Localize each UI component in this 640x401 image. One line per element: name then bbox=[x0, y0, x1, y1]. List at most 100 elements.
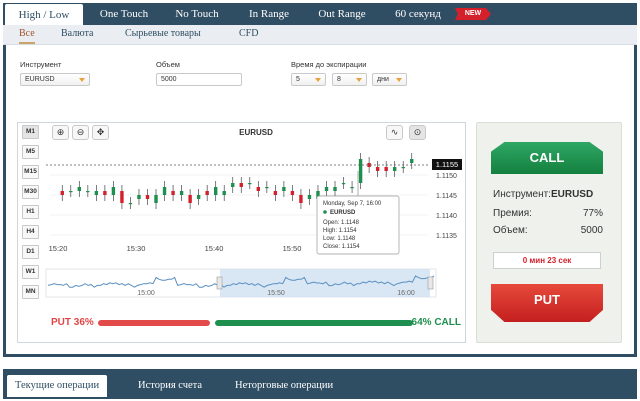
chart-title: EURUSD bbox=[239, 128, 273, 137]
candle-body bbox=[401, 167, 405, 169]
call-button[interactable]: CALL bbox=[491, 142, 603, 174]
trade-instrument-row: Инструмент:EURUSD bbox=[493, 189, 603, 200]
operations-tabbar: Текущие операции История счета Неторговы… bbox=[3, 369, 637, 399]
candle-body bbox=[145, 195, 150, 199]
expiry-unit-select[interactable]: дни bbox=[372, 73, 407, 86]
subtab-all[interactable]: Все bbox=[19, 28, 35, 44]
expiry-select-1[interactable]: 5 bbox=[291, 73, 326, 86]
tab-current-operations[interactable]: Текущие операции bbox=[7, 375, 108, 397]
expiry-select-1-value: 5 bbox=[296, 76, 300, 83]
expiry-select-2[interactable]: 8 bbox=[332, 73, 367, 86]
instrument-select-value: EURUSD bbox=[25, 76, 55, 83]
put-button[interactable]: PUT bbox=[491, 284, 603, 322]
current-price-value: 1.1155 bbox=[436, 160, 458, 169]
candle-body bbox=[103, 191, 107, 195]
candle-body bbox=[299, 195, 303, 203]
trade-premium-label: Премия: bbox=[493, 208, 532, 219]
tab-no-touch[interactable]: No Touch bbox=[163, 3, 231, 25]
chart-plot-area: EURUSD 1.1150 1.1145 1.1140 1.1135 15:20 15:… bbox=[45, 128, 462, 298]
tooltip-open: Open: 1.1148 bbox=[323, 220, 360, 226]
candle-body bbox=[239, 183, 243, 187]
candle-body bbox=[282, 187, 286, 191]
candle-body bbox=[69, 191, 73, 193]
option-type-tabbar: High / Low One Touch No Touch In Range O… bbox=[3, 3, 637, 25]
call-percent-fill bbox=[215, 320, 413, 326]
expiry-label: Время до экспирации bbox=[291, 60, 367, 69]
candle-body bbox=[171, 191, 175, 195]
tooltip-close: Close: 1.1154 bbox=[323, 244, 360, 250]
candle-body bbox=[307, 195, 312, 199]
candle-body bbox=[120, 191, 124, 203]
instrument-select[interactable]: EURUSD bbox=[20, 73, 90, 86]
chevron-down-icon bbox=[396, 78, 402, 82]
candle-body bbox=[188, 195, 192, 203]
asset-category-tabbar: Все Валюта Сырьевые товары CFD bbox=[3, 25, 637, 45]
candle-body bbox=[273, 191, 278, 195]
put-percent-fill bbox=[98, 320, 210, 326]
candle-body bbox=[410, 159, 414, 163]
navigator-tick-label: 15:50 bbox=[267, 290, 285, 297]
subtab-cfd[interactable]: CFD bbox=[239, 28, 258, 39]
candle-body bbox=[179, 191, 184, 195]
trade-premium-value: 77% bbox=[582, 208, 603, 219]
tab-account-history[interactable]: История счета bbox=[138, 375, 202, 397]
candle-body bbox=[290, 191, 295, 195]
tooltip-date: Monday, Sep 7, 16:00 bbox=[323, 201, 382, 207]
trade-volume-row: Объем: 5000 bbox=[493, 225, 603, 236]
sentiment-bar: PUT 36% 64% CALL bbox=[51, 315, 461, 331]
y-tick-label: 1.1145 bbox=[436, 193, 457, 200]
candle-body bbox=[77, 187, 82, 191]
tab-non-trading-operations[interactable]: Неторговые операции bbox=[235, 375, 333, 397]
candle-body bbox=[94, 191, 99, 195]
instrument-label: Инструмент bbox=[20, 60, 62, 69]
subtab-commodities[interactable]: Сырьевые товары bbox=[125, 28, 201, 39]
expiry-unit-value: дни bbox=[377, 76, 389, 83]
chevron-down-icon bbox=[315, 78, 321, 82]
candle-body bbox=[324, 187, 329, 191]
tab-60-seconds[interactable]: 60 секунд bbox=[383, 3, 453, 25]
candle-body bbox=[128, 203, 133, 205]
x-tick-label: 15:40 bbox=[205, 244, 224, 253]
candle-body bbox=[231, 183, 235, 187]
tooltip-low: Low: 1.1148 bbox=[323, 236, 356, 242]
tooltip-high: High: 1.1154 bbox=[323, 228, 357, 234]
expiry-select-2-value: 8 bbox=[337, 76, 341, 83]
expiry-timer: 0 мин 23 сек bbox=[493, 252, 601, 269]
put-percent-label: PUT 36% bbox=[51, 317, 94, 328]
trade-panel: CALL Инструмент:EURUSD Премия: 77% Объем… bbox=[476, 122, 622, 343]
candle-body bbox=[333, 187, 337, 191]
candle-body bbox=[248, 183, 252, 185]
volume-input[interactable]: 5000 bbox=[156, 73, 242, 86]
candle-body bbox=[196, 195, 201, 199]
call-percent-label: 64% CALL bbox=[411, 317, 461, 328]
candle-body bbox=[375, 167, 380, 171]
navigator-handle-right bbox=[427, 276, 434, 290]
trade-volume-value: 5000 bbox=[580, 225, 603, 236]
candle-body bbox=[154, 195, 158, 203]
trade-instrument-label: Инструмент: bbox=[493, 189, 551, 200]
tab-one-touch[interactable]: One Touch bbox=[89, 3, 159, 25]
candle-body bbox=[256, 187, 261, 191]
x-tick-label: 15:50 bbox=[283, 244, 302, 253]
candle-body bbox=[137, 195, 141, 199]
price-chart: M1 M5 M15 M30 H1 H4 D1 W1 MN ⊕ ⊖ ✥ ∿ ⊙ E… bbox=[17, 122, 466, 343]
candle-body bbox=[162, 187, 167, 195]
candle-body bbox=[213, 187, 218, 195]
candle-body bbox=[392, 167, 397, 171]
candle-body bbox=[358, 159, 363, 183]
tab-in-range[interactable]: In Range bbox=[237, 3, 301, 25]
navigator-tick-label: 16:00 bbox=[397, 290, 415, 297]
subtab-currency[interactable]: Валюта bbox=[61, 28, 93, 39]
y-tick-label: 1.1140 bbox=[436, 213, 457, 220]
new-badge: NEW bbox=[455, 8, 491, 20]
tooltip-symbol: EURUSD bbox=[330, 210, 356, 216]
volume-label: Объем bbox=[156, 60, 180, 69]
tab-out-range[interactable]: Out Range bbox=[307, 3, 377, 25]
chevron-down-icon bbox=[79, 78, 85, 82]
y-tick-label: 1.1150 bbox=[436, 173, 457, 180]
y-tick-label: 1.1135 bbox=[436, 233, 457, 240]
candle-body bbox=[350, 187, 354, 189]
tab-high-low[interactable]: High / Low bbox=[5, 4, 83, 25]
trade-volume-label: Объем: bbox=[493, 225, 528, 236]
candle-body bbox=[222, 191, 226, 195]
